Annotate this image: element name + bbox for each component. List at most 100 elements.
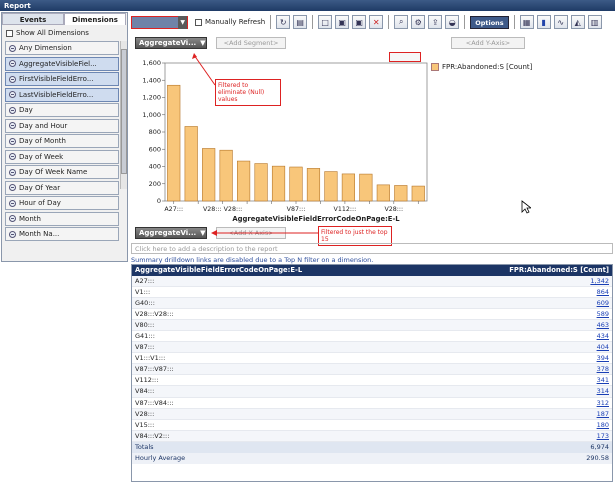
line-chart-icon[interactable]: ∿ <box>553 15 568 29</box>
row-metric-link[interactable]: 394 <box>597 353 609 363</box>
bar-v112[interactable] <box>324 171 338 202</box>
stacked-chart-icon[interactable]: ▥ <box>587 15 602 29</box>
row-dimension-value: G41::: <box>135 332 155 341</box>
column-header-dimension[interactable]: AggregateVisibleFieldErrorCodeOnPage:E-L <box>135 265 302 276</box>
options-button[interactable]: Options <box>470 15 509 29</box>
hourly-average-row: Hourly Average 290.58 <box>132 452 612 464</box>
manual-refresh-label: Manually Refresh <box>205 18 266 26</box>
dimension-item[interactable]: Day of Month <box>5 134 119 148</box>
y-tick-label: 1,000 <box>142 111 161 119</box>
y-tick-label: 1,400 <box>142 76 161 84</box>
report-description-field[interactable]: Click here to add a description to the r… <box>131 243 613 254</box>
row-metric-link[interactable]: 1,342 <box>590 276 609 286</box>
dimension-label: Month <box>19 214 41 223</box>
y-tick-label: 600 <box>149 145 161 153</box>
dimension-icon <box>9 106 16 114</box>
dimension-item[interactable]: Hour of Day <box>5 196 119 210</box>
row-metric-link[interactable]: 463 <box>597 320 609 330</box>
row-metric-link[interactable]: 180 <box>597 420 609 430</box>
bar-g40[interactable] <box>202 148 216 202</box>
bar-v84v2[interactable] <box>411 185 425 202</box>
bar-v87[interactable] <box>271 165 286 202</box>
manual-refresh-checkbox[interactable] <box>195 18 202 26</box>
dimension-icon <box>9 168 16 176</box>
row-metric-link[interactable]: 314 <box>597 386 609 396</box>
row-metric-link[interactable]: 434 <box>597 331 609 341</box>
x-axis-dimension-dropdown[interactable]: AggregateVi... ▼ <box>135 227 207 239</box>
dimension-item[interactable]: Day <box>5 103 119 117</box>
bar-v1v1[interactable] <box>289 166 303 202</box>
row-dimension-value: G40::: <box>135 299 155 308</box>
dimension-item[interactable]: AggregateVisibleFiel... <box>5 56 119 71</box>
tab-events[interactable]: Events <box>2 13 64 25</box>
row-metric-link[interactable]: 864 <box>597 287 609 297</box>
new-icon[interactable]: □ <box>318 15 333 29</box>
dimension-list: Any Dimension AggregateVisibleFiel... Firs… <box>5 41 119 263</box>
table-body: A27::: 1,342 V1::: 864 G40::: 609 V28:::V28:::… <box>132 276 612 442</box>
row-metric-link[interactable]: 187 <box>597 409 609 419</box>
dimension-item[interactable]: Day and Hour <box>5 118 119 133</box>
toolbar-divider <box>270 15 272 29</box>
show-all-dimensions[interactable]: Show All Dimensions <box>6 28 126 38</box>
dimension-item[interactable]: Month <box>5 211 119 226</box>
dimension-item[interactable]: Day Of Week Name <box>5 165 119 179</box>
legend-swatch <box>431 63 439 71</box>
row-metric-link[interactable]: 173 <box>597 431 609 441</box>
dimension-item[interactable]: Day Of Year <box>5 180 119 195</box>
bar-v28v28[interactable] <box>219 149 233 202</box>
add-segment-button[interactable]: <Add Segment> <box>216 37 286 49</box>
report-selector-dropdown[interactable]: ▼ <box>131 15 188 29</box>
bar-g41[interactable] <box>254 163 268 202</box>
refresh-icon[interactable]: ↻ <box>276 15 291 29</box>
dimension-item[interactable]: Any Dimension <box>5 41 119 55</box>
dimension-icon <box>9 230 16 238</box>
bar-v87v87[interactable] <box>306 168 321 202</box>
export-icon[interactable]: ⇪ <box>428 15 443 29</box>
row-dimension-value: V112::: <box>135 376 159 385</box>
segment-dimension-dropdown[interactable]: AggregateVi... ▼ <box>135 37 207 49</box>
column-header-metric[interactable]: FPR:Abandoned:S [Count] <box>509 265 609 276</box>
row-metric-link[interactable]: 378 <box>597 364 609 374</box>
dimension-item[interactable]: Day of Week <box>5 149 119 164</box>
tab-dimensions[interactable]: Dimensions <box>64 13 126 25</box>
save-as-icon[interactable]: ▣ <box>352 15 367 29</box>
show-all-checkbox[interactable] <box>6 29 13 37</box>
bar-v80[interactable] <box>237 160 251 202</box>
dimension-scrollbar[interactable] <box>120 41 127 189</box>
chart-area: AggregateVi... ▼ <Add Segment> <Add Y-Ax… <box>131 35 613 246</box>
bar-chart-icon[interactable]: ▮ <box>536 15 551 29</box>
bar-v1[interactable] <box>184 126 198 202</box>
row-metric-link[interactable]: 404 <box>597 342 609 352</box>
scrollbar-thumb[interactable] <box>121 49 127 174</box>
gauge-icon[interactable]: ◒ <box>445 15 460 29</box>
row-metric-link[interactable]: 312 <box>597 398 609 408</box>
row-metric-link[interactable]: 589 <box>597 309 609 319</box>
row-metric-link[interactable]: 341 <box>597 375 609 385</box>
row-dimension-value: V84::: <box>135 387 155 396</box>
search-icon[interactable]: ⌕ <box>394 15 409 29</box>
bar-v15[interactable] <box>394 185 408 202</box>
save-icon[interactable]: ▣ <box>335 15 350 29</box>
settings-icon[interactable]: ⚙ <box>411 15 426 29</box>
chevron-down-icon: ▼ <box>178 15 187 29</box>
table-row: V1::: 864 <box>132 287 612 299</box>
add-y-axis-button[interactable]: <Add Y-Axis> <box>451 37 525 49</box>
bar-v84[interactable] <box>341 173 355 202</box>
dimension-label: Month Na... <box>19 230 60 238</box>
dimension-icon <box>9 60 16 67</box>
dimension-item[interactable]: LastVisibleFieldErro... <box>5 87 119 102</box>
row-metric-link[interactable]: 609 <box>597 298 609 308</box>
chevron-down-icon: ▼ <box>200 229 206 237</box>
dimension-icon <box>9 122 16 129</box>
area-chart-icon[interactable]: ◭ <box>570 15 585 29</box>
add-x-axis-button[interactable]: <Add X-Axis> <box>216 227 286 239</box>
bar-v87v84[interactable] <box>359 173 373 202</box>
dimension-item[interactable]: Month Na... <box>5 227 119 241</box>
report-icon[interactable]: ▤ <box>293 15 308 29</box>
bar-v28[interactable] <box>376 184 390 202</box>
table-view-icon[interactable]: ▦ <box>519 15 534 29</box>
dimension-item[interactable]: FirstVisibleFieldErro... <box>5 72 119 86</box>
delete-icon[interactable]: ✕ <box>369 15 384 29</box>
x-tick-label: V28::: V28::: <box>203 206 242 213</box>
bar-a27[interactable] <box>167 84 181 202</box>
